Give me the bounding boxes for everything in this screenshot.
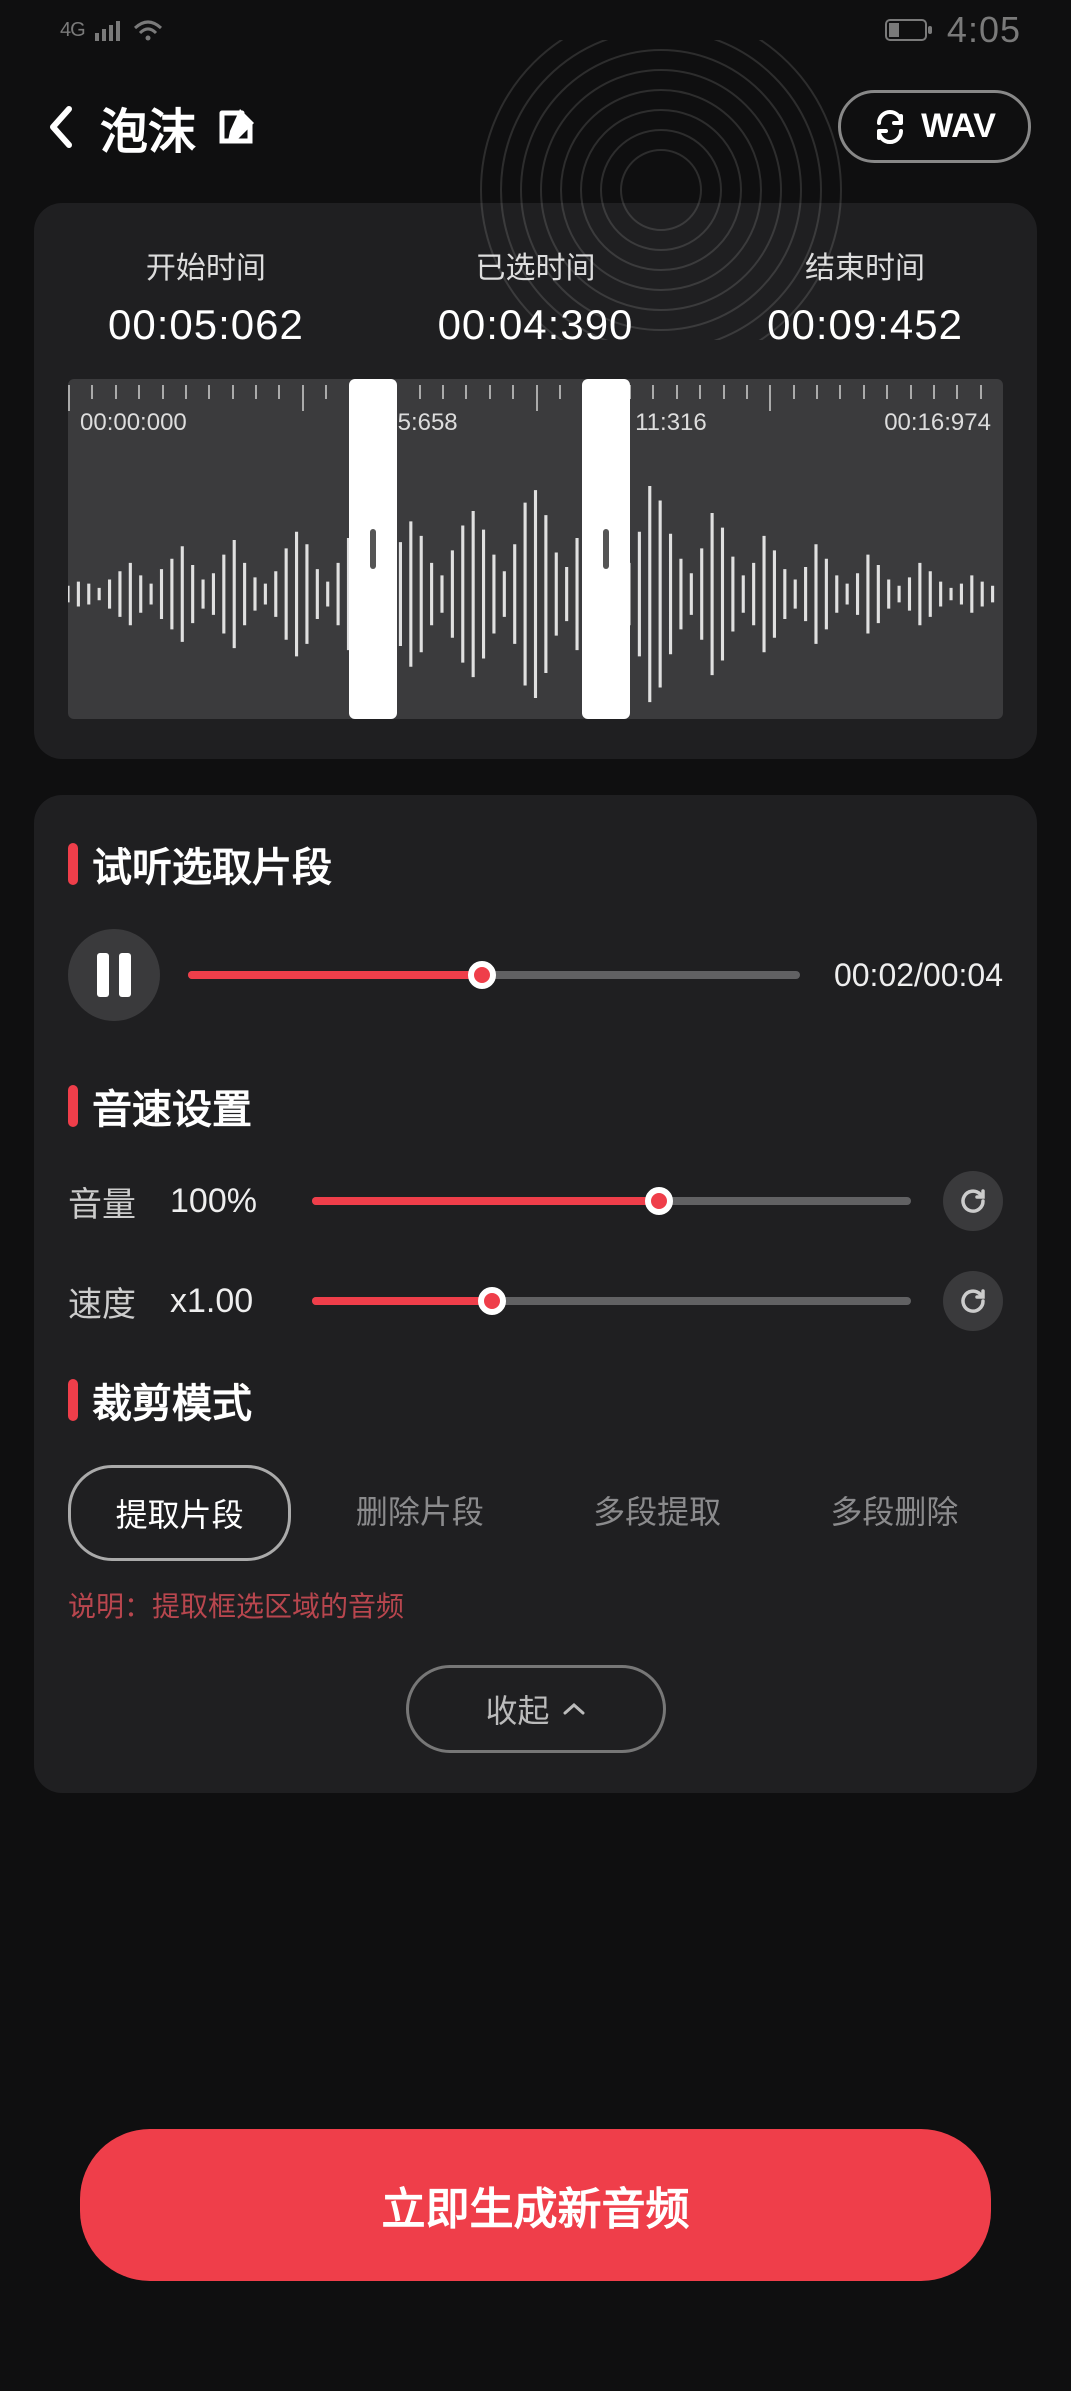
- network-indicator: 4G: [60, 19, 85, 42]
- status-bar: 4G 4:05: [0, 0, 1071, 60]
- ruler-label: 00:00:000: [80, 409, 187, 437]
- page-title: 泡沫: [100, 92, 196, 162]
- preview-section-title: 试听选取片段: [68, 835, 1003, 893]
- swap-icon: [873, 110, 907, 144]
- ruler-labels: 00:00:000 0:05:658 11:316 00:16:974: [68, 409, 1003, 437]
- crop-explain-label: 说明：: [68, 1591, 152, 1622]
- settings-panel: 试听选取片段 00:02/00:04 音速设置 音量 100% 速度 x1.00…: [34, 795, 1037, 1793]
- crop-mode-chip[interactable]: 提取片段: [68, 1465, 291, 1561]
- signal-icon: [95, 19, 123, 41]
- refresh-icon: [957, 1185, 989, 1217]
- format-label: WAV: [921, 107, 996, 146]
- crop-mode-chips: 提取片段删除片段多段提取多段删除: [68, 1465, 1003, 1561]
- collapse-label: 收起: [485, 1686, 549, 1732]
- header: 泡沫 WAV: [0, 60, 1071, 203]
- speed-label: 速度: [68, 1277, 148, 1326]
- audio-settings-section-title: 音速设置: [68, 1077, 1003, 1135]
- format-toggle-button[interactable]: WAV: [838, 90, 1031, 163]
- volume-reset-button[interactable]: [943, 1171, 1003, 1231]
- wifi-icon: [133, 18, 163, 42]
- ruler-label: 00:16:974: [884, 409, 991, 437]
- waveform-panel: 开始时间 00:05:062 已选时间 00:04:390 结束时间 00:09…: [34, 203, 1037, 759]
- start-time-label: 开始时间: [108, 243, 304, 287]
- chevron-up-icon: [562, 1701, 586, 1717]
- battery-icon: [885, 18, 933, 42]
- crop-mode-chip[interactable]: 多段删除: [786, 1465, 1003, 1561]
- ruler-label: 11:316: [635, 409, 707, 437]
- crop-section-title: 裁剪模式: [68, 1371, 1003, 1429]
- generate-button[interactable]: 立即生成新音频: [80, 2129, 991, 2281]
- volume-slider[interactable]: [312, 1197, 911, 1205]
- speed-value: x1.00: [170, 1282, 280, 1321]
- selected-time-label: 已选时间: [438, 243, 634, 287]
- volume-value: 100%: [170, 1182, 280, 1221]
- selection-handle-right[interactable]: [582, 379, 630, 719]
- refresh-icon: [957, 1285, 989, 1317]
- preview-time-text: 00:02/00:04: [834, 957, 1003, 994]
- collapse-button[interactable]: 收起: [406, 1665, 666, 1753]
- back-button[interactable]: [40, 97, 80, 157]
- end-time-label: 结束时间: [767, 243, 963, 287]
- crop-mode-chip[interactable]: 多段提取: [549, 1465, 766, 1561]
- crop-explain: 说明：提取框选区域的音频: [68, 1585, 1003, 1625]
- edit-title-button[interactable]: [208, 99, 264, 155]
- volume-label: 音量: [68, 1177, 148, 1226]
- selected-time-value: 00:04:390: [438, 301, 634, 349]
- speed-slider[interactable]: [312, 1297, 911, 1305]
- chevron-left-icon: [47, 105, 73, 149]
- selection-handle-left[interactable]: [349, 379, 397, 719]
- start-time-value: 00:05:062: [108, 301, 304, 349]
- edit-icon: [212, 103, 260, 151]
- preview-progress-slider[interactable]: [188, 971, 800, 979]
- speed-reset-button[interactable]: [943, 1271, 1003, 1331]
- clock-time: 4:05: [947, 9, 1021, 51]
- pause-icon: [97, 953, 131, 997]
- waveform-svg: [68, 459, 1003, 719]
- waveform-editor[interactable]: 00:00:000 0:05:658 11:316 00:16:974: [68, 379, 1003, 719]
- end-time-value: 00:09:452: [767, 301, 963, 349]
- play-pause-button[interactable]: [68, 929, 160, 1021]
- crop-mode-chip[interactable]: 删除片段: [311, 1465, 528, 1561]
- crop-explain-text: 提取框选区域的音频: [152, 1591, 404, 1622]
